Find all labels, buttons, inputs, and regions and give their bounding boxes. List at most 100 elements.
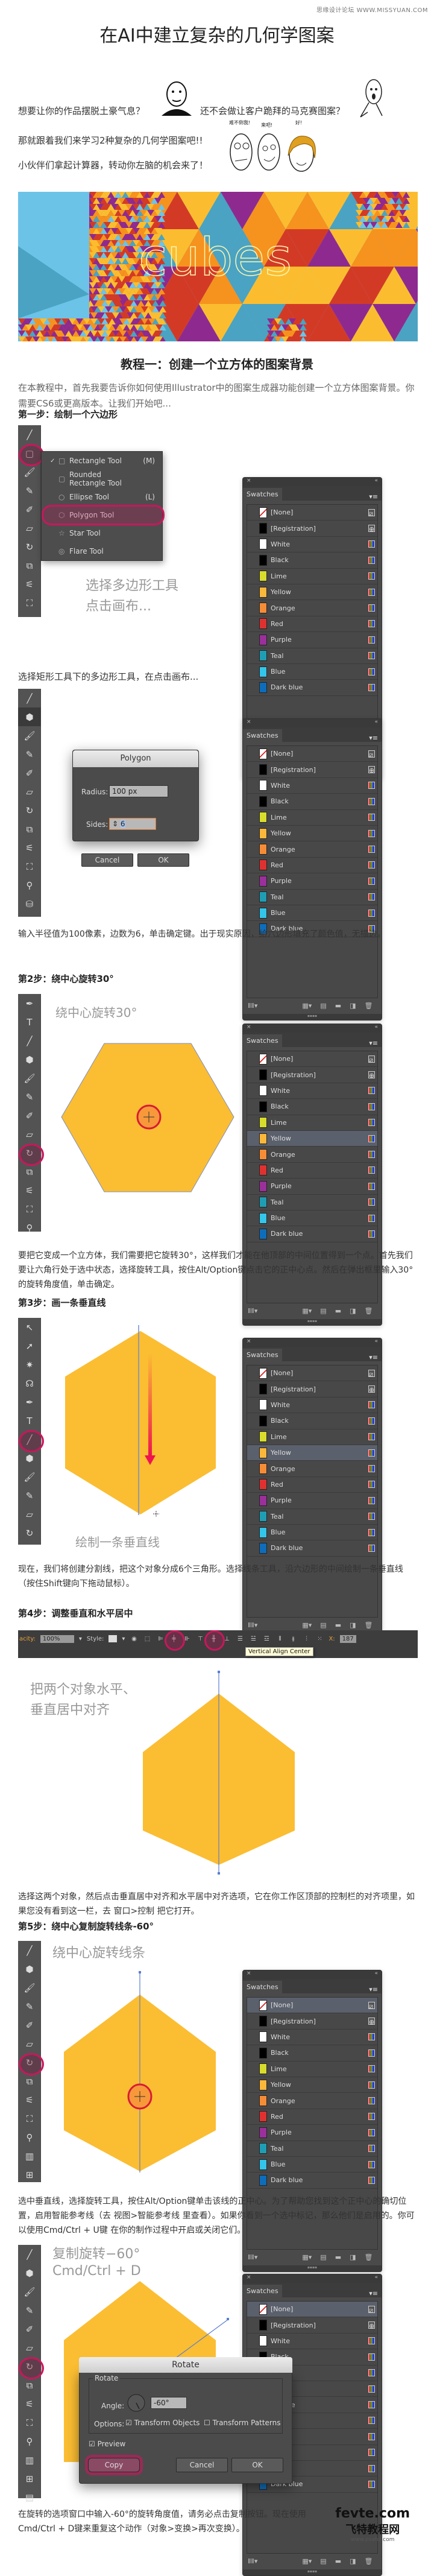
shape-builder-tool-icon[interactable]: ⚲ bbox=[18, 2432, 41, 2451]
swatch-item[interactable]: Yellow bbox=[247, 2077, 377, 2093]
swatch-item[interactable]: [Registration] ⊕ bbox=[247, 762, 377, 778]
new-swatch-icon[interactable]: ◨ bbox=[350, 1002, 356, 1010]
swatch-item[interactable]: Blue bbox=[247, 1525, 377, 1541]
swatch-item[interactable]: Purple bbox=[247, 2125, 377, 2141]
new-group-icon[interactable]: ▬ bbox=[335, 1002, 341, 1010]
opacity-field[interactable]: 100% bbox=[40, 1635, 74, 1643]
pencil-tool-icon[interactable]: ✎ bbox=[18, 2301, 41, 2320]
swatch-item[interactable]: White bbox=[247, 1397, 377, 1414]
shaper-tool-icon[interactable]: ✐ bbox=[18, 2016, 41, 2034]
width-tool-icon[interactable]: ⚟ bbox=[18, 2090, 41, 2109]
swatch-item[interactable]: Red bbox=[247, 1477, 377, 1493]
rotate-tool-icon[interactable]: ↻ bbox=[18, 2053, 44, 2075]
tab-swatches[interactable]: Swatches bbox=[243, 1034, 282, 1047]
panel-menu-icon[interactable]: ▾≡ bbox=[369, 1986, 378, 1993]
swatch-item[interactable]: Purple bbox=[247, 632, 377, 648]
rectangle-tool-icon[interactable]: ▢ bbox=[18, 444, 44, 466]
shaper-tool-icon[interactable]: ✐ bbox=[18, 500, 41, 519]
swatch-item[interactable]: Teal bbox=[247, 2141, 377, 2157]
swatch-item[interactable]: Yellow bbox=[247, 1130, 377, 1147]
graph-tool-icon[interactable]: ▥ bbox=[18, 2147, 41, 2165]
dropdown-icon[interactable]: ▾ bbox=[122, 1636, 125, 1642]
shaper-tool-icon[interactable]: ✐ bbox=[18, 2320, 41, 2338]
swatch-item[interactable]: White bbox=[247, 778, 377, 794]
pencil-tool-icon[interactable]: ✎ bbox=[18, 481, 41, 500]
paintbrush-tool-icon[interactable]: 🖌 bbox=[18, 2282, 41, 2301]
swatch-item[interactable]: White bbox=[247, 537, 377, 553]
eraser-tool-icon[interactable]: ▱ bbox=[18, 782, 41, 801]
swatch-kinds-icon[interactable]: ▦▾ bbox=[302, 2557, 312, 2565]
line-tool-icon[interactable]: ╱ bbox=[18, 1430, 44, 1452]
swatch-item[interactable]: White bbox=[247, 1083, 377, 1100]
horizontal-align-center-icon[interactable]: ╪ bbox=[165, 1630, 186, 1651]
stepper-icon[interactable]: ⇕ bbox=[112, 820, 121, 828]
swatch-item[interactable]: [Registration] ⊕ bbox=[247, 1381, 377, 1397]
close-icon[interactable]: × bbox=[247, 719, 251, 727]
dropdown-icon[interactable]: ▾ bbox=[79, 1636, 82, 1642]
scale-tool-icon[interactable]: ⧉ bbox=[18, 556, 41, 575]
eraser-tool-icon[interactable]: ▱ bbox=[18, 2034, 41, 2053]
close-icon[interactable]: × bbox=[247, 1338, 251, 1347]
swatch-item[interactable]: Yellow bbox=[247, 584, 377, 601]
polygon-tool-icon[interactable]: ⬢ bbox=[18, 1960, 41, 1978]
distribute-bottom-icon[interactable]: ☲ bbox=[262, 1636, 271, 1642]
menu-item-rounded-rectangle-tool[interactable]: ▢ Rounded Rectangle Tool bbox=[42, 470, 162, 488]
vertical-align-top-icon[interactable]: ⊤ bbox=[196, 1636, 204, 1642]
swatch-item[interactable]: Red bbox=[247, 2109, 377, 2125]
scale-tool-icon[interactable]: ⧉ bbox=[18, 820, 41, 838]
mesh-tool-icon[interactable]: ⊞ bbox=[18, 2165, 41, 2184]
shape-builder-tool-icon[interactable]: ⚲ bbox=[18, 2128, 41, 2147]
pencil-tool-icon[interactable]: ✎ bbox=[18, 1486, 41, 1505]
gradient-tool-icon[interactable]: ▤ bbox=[18, 2488, 41, 2507]
new-swatch-icon[interactable]: ◨ bbox=[350, 2253, 356, 2261]
free-transform-tool-icon[interactable]: ⛶ bbox=[18, 2109, 41, 2128]
delete-icon[interactable]: 🗑 bbox=[365, 2557, 373, 2565]
swatch-item[interactable]: Blue bbox=[247, 2157, 377, 2173]
sides-field[interactable]: ⇕ 6 bbox=[109, 818, 156, 830]
transform-patterns-checkbox[interactable]: ☐ Transform Patterns bbox=[204, 2419, 281, 2427]
preview-checkbox[interactable]: ☑ Preview bbox=[89, 2440, 125, 2448]
close-icon[interactable]: × bbox=[247, 2274, 251, 2283]
rotate-tool-icon[interactable]: ↻ bbox=[18, 801, 41, 820]
collapse-icon[interactable]: « bbox=[374, 1970, 378, 1979]
magic-wand-tool-icon[interactable]: ✷ bbox=[18, 1355, 41, 1374]
swatch-item[interactable]: Orange bbox=[247, 2093, 377, 2109]
graph-tool-icon[interactable]: ▥ bbox=[18, 2451, 41, 2469]
width-tool-icon[interactable]: ⚟ bbox=[18, 575, 41, 593]
line-tool-icon[interactable]: ╱ bbox=[18, 1031, 41, 1050]
resize-grip[interactable]: ▪▪▪▪ bbox=[243, 1013, 382, 1020]
new-swatch-icon[interactable]: ◨ bbox=[350, 1621, 356, 1629]
swatch-item[interactable]: [None] ⧄ bbox=[247, 1051, 377, 1068]
paintbrush-tool-icon[interactable]: 🖌 bbox=[18, 726, 41, 745]
swatch-item[interactable]: Red bbox=[247, 616, 377, 633]
paintbrush-tool-icon[interactable]: 🖌 bbox=[18, 1978, 41, 1997]
swatch-item[interactable]: [Registration] ⊕ bbox=[247, 2013, 377, 2030]
tab-swatches[interactable]: Swatches bbox=[243, 2285, 282, 2297]
rotate-tool-icon[interactable]: ↻ bbox=[18, 537, 41, 556]
shaper-tool-icon[interactable]: ✐ bbox=[18, 1106, 41, 1125]
swatch-item[interactable]: Purple bbox=[247, 1493, 377, 1509]
library-icon[interactable]: ⅡⅡ▾ bbox=[248, 1002, 257, 1010]
style-swatch[interactable] bbox=[108, 1635, 118, 1642]
swatch-item[interactable]: White bbox=[247, 2030, 377, 2046]
swatch-item[interactable]: Red bbox=[247, 858, 377, 874]
swatch-item[interactable]: Dark blue bbox=[247, 1540, 377, 1557]
menu-item-star-tool[interactable]: ☆ Star Tool bbox=[42, 524, 162, 542]
swatch-item[interactable]: [None] ⧄ bbox=[247, 746, 377, 762]
swatch-item[interactable]: [None] ⧄ bbox=[247, 1366, 377, 1382]
resize-grip[interactable]: ▪▪▪▪ bbox=[243, 2265, 382, 2271]
swatch-item[interactable]: [Registration] ⊕ bbox=[247, 521, 377, 537]
swatch-options-icon[interactable]: ▤ bbox=[320, 2557, 326, 2565]
swatch-item[interactable]: Red bbox=[247, 1163, 377, 1179]
menu-item-ellipse-tool[interactable]: ○ Ellipse Tool (L) bbox=[42, 488, 162, 506]
vertical-align-center-icon[interactable]: ╫ bbox=[204, 1630, 225, 1651]
pencil-tool-icon[interactable]: ✎ bbox=[18, 1087, 41, 1106]
swatch-item[interactable]: Dark blue bbox=[247, 2173, 377, 2189]
swatch-item[interactable]: Lime bbox=[247, 1429, 377, 1445]
free-transform-tool-icon[interactable]: ⛶ bbox=[18, 857, 41, 876]
menu-item-rectangle-tool[interactable]: ✓ □ Rectangle Tool (M) bbox=[42, 452, 162, 470]
polygon-tool-icon[interactable]: ⬢ bbox=[18, 2264, 41, 2282]
close-icon[interactable]: × bbox=[247, 1970, 251, 1979]
copy-button[interactable]: Copy bbox=[88, 2458, 140, 2472]
free-transform-tool-icon[interactable]: ⛶ bbox=[18, 593, 41, 612]
